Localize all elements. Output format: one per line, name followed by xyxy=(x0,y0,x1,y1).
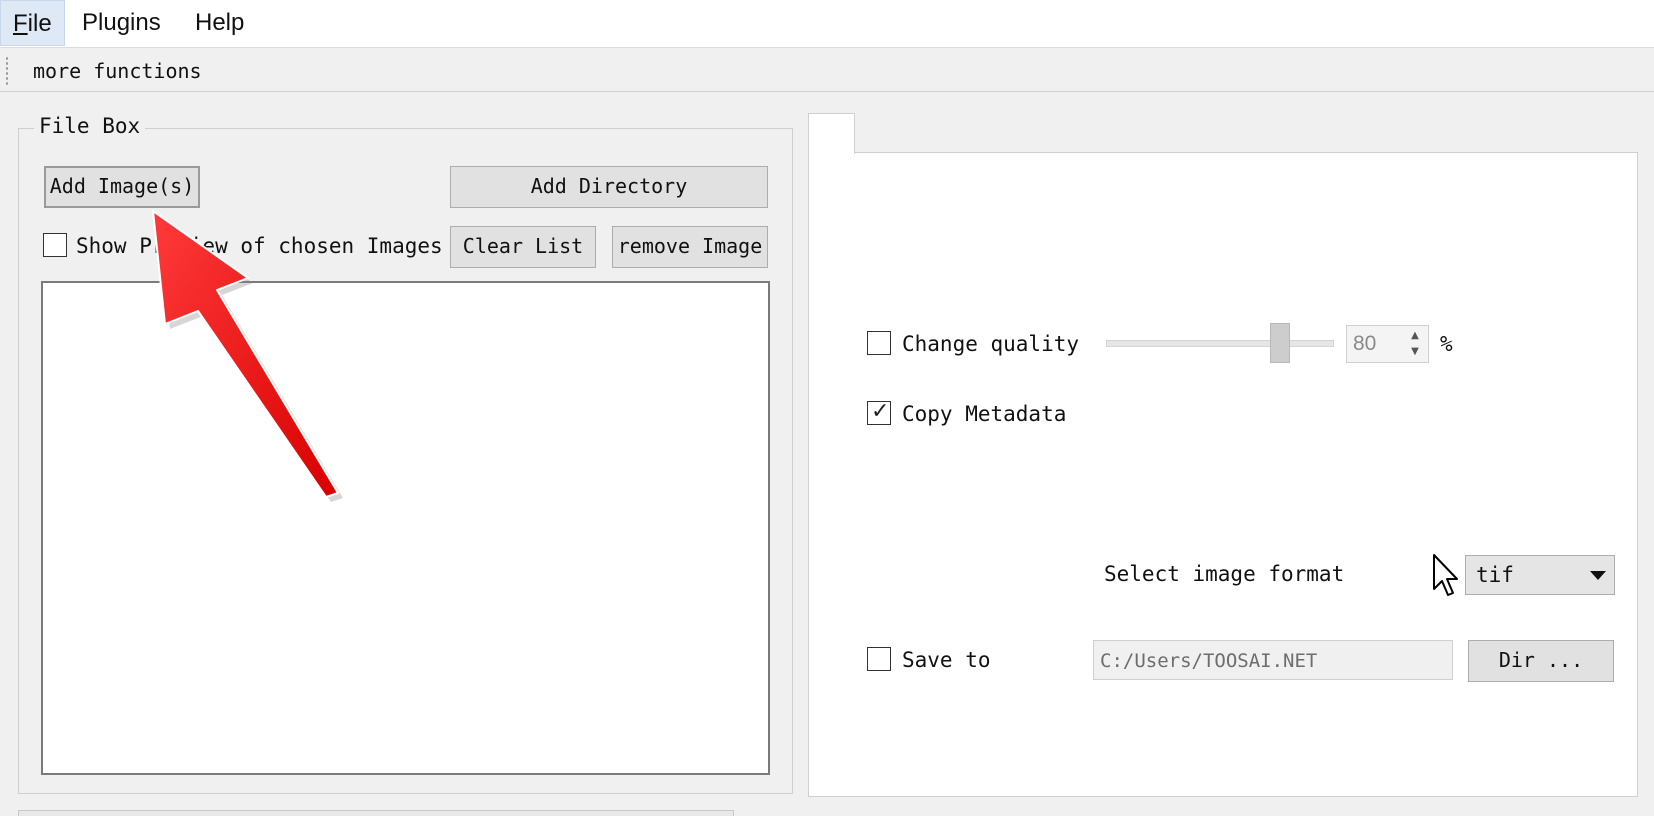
image-format-select[interactable]: tif xyxy=(1465,555,1615,595)
add-directory-button[interactable]: Add Directory xyxy=(450,166,768,208)
save-to-checkbox[interactable] xyxy=(867,647,891,671)
toolbar-grip-handle[interactable] xyxy=(5,56,9,86)
menu-file-rest: ile xyxy=(27,10,52,37)
menu-plugins[interactable]: Plugins xyxy=(70,0,173,46)
menu-bar: File Plugins Help xyxy=(0,0,1654,48)
options-tab[interactable] xyxy=(808,113,855,154)
dir-browse-button[interactable]: Dir ... xyxy=(1468,640,1614,682)
remove-image-button[interactable]: remove Image xyxy=(612,226,768,268)
file-list[interactable] xyxy=(41,281,770,775)
mouse-cursor-icon xyxy=(1433,554,1458,596)
copy-metadata-checkbox[interactable]: ✓ xyxy=(867,399,891,425)
checkbox-check-icon: ✓ xyxy=(871,399,890,424)
quality-value: 80 xyxy=(1353,332,1377,355)
quality-slider-thumb[interactable] xyxy=(1270,323,1290,363)
copy-metadata-label: Copy Metadata xyxy=(902,402,1067,426)
spin-down-icon[interactable]: ▼ xyxy=(1405,344,1425,360)
quality-spinbox[interactable]: 80 ▲ ▼ xyxy=(1346,325,1429,363)
change-quality-label: Change quality xyxy=(902,332,1080,356)
menu-file-accel: F xyxy=(13,10,28,37)
menu-file[interactable]: File xyxy=(0,0,65,46)
toolbar: more functions xyxy=(0,50,1654,92)
quality-slider-track[interactable] xyxy=(1106,340,1334,347)
file-box-title: File Box xyxy=(34,112,146,140)
quality-unit-label: % xyxy=(1440,332,1453,356)
select-format-label: Select image format xyxy=(1104,562,1345,586)
save-to-label: Save to xyxy=(902,648,991,672)
show-preview-checkbox[interactable] xyxy=(43,233,67,257)
menu-help[interactable]: Help xyxy=(183,0,256,46)
options-tab-pane xyxy=(808,152,1638,797)
spin-up-icon[interactable]: ▲ xyxy=(1405,328,1425,344)
more-functions-button[interactable]: more functions xyxy=(33,56,202,86)
bottom-panel-edge xyxy=(18,810,734,816)
chevron-down-icon xyxy=(1590,571,1606,580)
add-images-button[interactable]: Add Image(s) xyxy=(44,166,200,208)
save-path-field[interactable]: C:/Users/TOOSAI.NET xyxy=(1093,640,1453,680)
save-path-value: C:/Users/TOOSAI.NET xyxy=(1100,650,1318,672)
change-quality-checkbox[interactable] xyxy=(867,331,891,355)
show-preview-label: Show Preview of chosen Images xyxy=(76,234,443,258)
image-format-value: tif xyxy=(1476,563,1514,587)
clear-list-button[interactable]: Clear List xyxy=(450,226,596,268)
